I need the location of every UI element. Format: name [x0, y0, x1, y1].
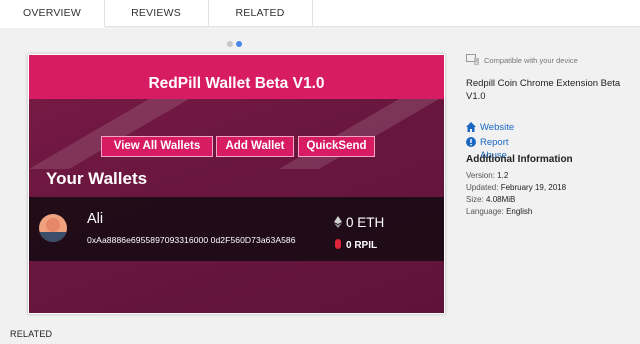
compatibility-note: Compatible with your device — [466, 54, 636, 68]
view-all-wallets-button[interactable]: View All Wallets — [101, 136, 213, 157]
related-section-label: RELATED — [10, 329, 53, 339]
home-icon — [466, 122, 476, 136]
background-pattern — [29, 99, 439, 169]
wallet-row[interactable]: Ali 0xAa8886e6955897093316000 0d2F560D73… — [29, 197, 444, 261]
tab-overview[interactable]: OVERVIEW — [0, 0, 105, 28]
carousel-dot-2[interactable] — [236, 41, 242, 47]
add-wallet-button[interactable]: Add Wallet — [216, 136, 294, 157]
app-title: RedPill Wallet Beta V1.0 — [29, 55, 444, 99]
wallet-address: 0xAa8886e6955897093316000 0d2F560D73a63A… — [87, 235, 296, 245]
tab-reviews[interactable]: REVIEWS — [104, 0, 209, 26]
eth-balance: 0 ETH — [334, 215, 384, 231]
report-icon — [466, 137, 476, 151]
carousel-dot-1[interactable] — [227, 41, 233, 47]
ethereum-icon — [334, 215, 342, 231]
info-language: Language: English — [466, 207, 533, 216]
quicksend-button[interactable]: QuickSend — [298, 136, 375, 157]
info-version: Version: 1.2 — [466, 171, 509, 180]
devices-icon — [466, 54, 480, 71]
info-updated: Updated: February 19, 2018 — [466, 183, 567, 192]
action-buttons: View All Wallets Add Wallet QuickSend — [29, 136, 444, 157]
wallet-name: Ali — [87, 211, 104, 227]
wallet-app-screenshot: RedPill Wallet Beta V1.0 View All Wallet… — [29, 55, 444, 313]
carousel-dots — [227, 34, 245, 52]
tab-related[interactable]: RELATED — [208, 0, 313, 26]
tab-bar: OVERVIEW REVIEWS RELATED — [0, 0, 640, 28]
extension-title: Redpill Coin Chrome Extension Beta V1.0 — [466, 78, 621, 102]
info-size: Size: 4.08MiB — [466, 195, 516, 204]
additional-info-heading: Additional Information — [466, 154, 573, 165]
rpil-balance: 0 RPIL — [334, 239, 377, 252]
screenshot-preview: RedPill Wallet Beta V1.0 View All Wallet… — [28, 54, 445, 314]
section-title: Your Wallets — [46, 169, 148, 188]
avatar — [39, 214, 67, 242]
redpill-coin-icon — [334, 239, 342, 252]
